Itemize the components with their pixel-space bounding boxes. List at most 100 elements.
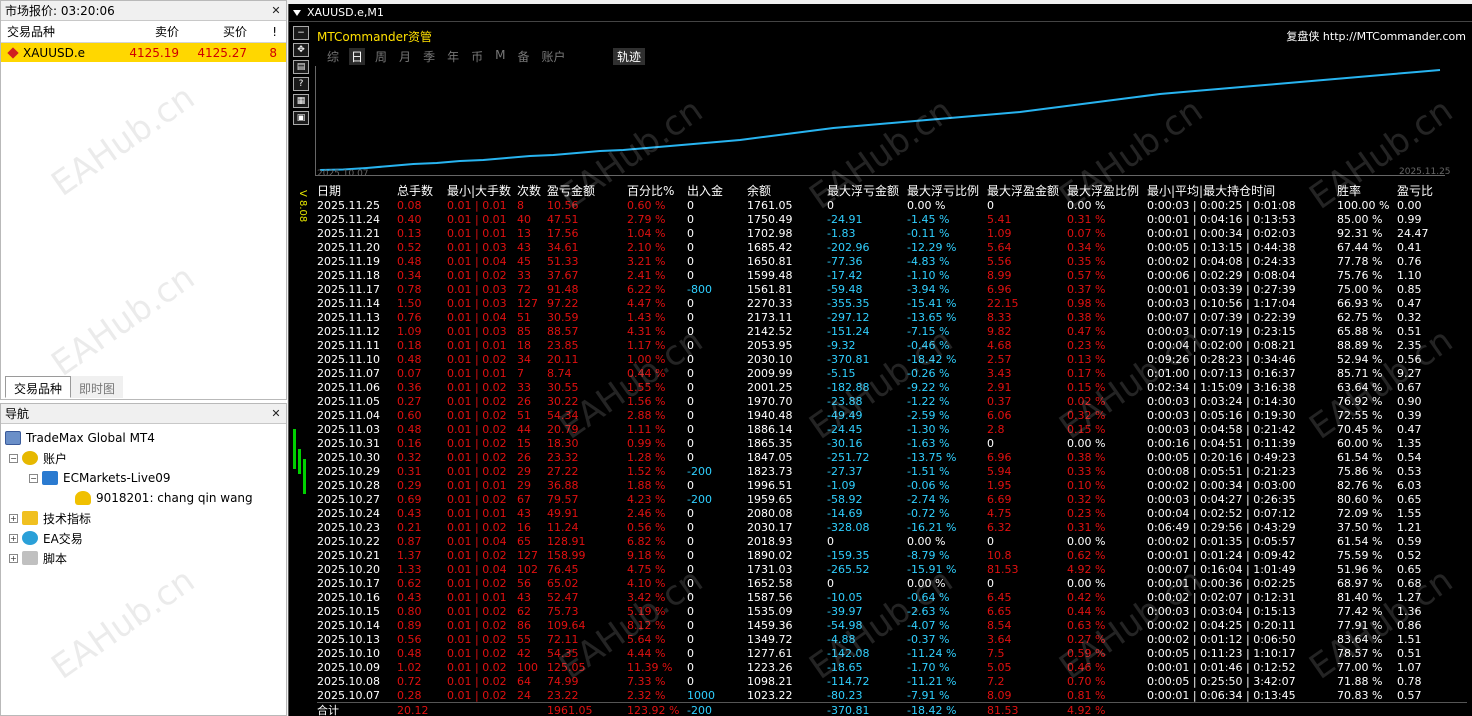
period-tab[interactable]: 季 bbox=[421, 48, 437, 65]
table-row[interactable]: 2025.10.20 1.33 0.01 | 0.04 102 76.45 4.75 % 0… bbox=[317, 562, 1467, 576]
table-row[interactable]: 2025.11.11 0.18 0.01 | 0.01 18 23.85 1.17 % 0 2… bbox=[317, 338, 1467, 352]
close-icon[interactable]: ✕ bbox=[270, 4, 282, 17]
brand-right-url[interactable]: http://MTCommander.com bbox=[1323, 30, 1466, 43]
table-row[interactable]: 2025.10.22 0.87 0.01 | 0.04 65 128.91 6.82 % 0… bbox=[317, 534, 1467, 548]
table-row[interactable]: 2025.10.30 0.32 0.01 | 0.02 26 23.32 1.28 % 0 1… bbox=[317, 450, 1467, 464]
accounts-icon bbox=[22, 451, 38, 465]
table-row[interactable]: 2025.10.28 0.29 0.01 | 0.01 29 36.88 1.88 % 0 1… bbox=[317, 478, 1467, 492]
table-row[interactable]: 2025.10.24 0.43 0.01 | 0.01 43 49.91 2.46 % 0 2… bbox=[317, 506, 1467, 520]
table-row[interactable]: 2025.11.12 1.09 0.01 | 0.03 85 88.57 4.31 % 0 2… bbox=[317, 324, 1467, 338]
tree-accounts[interactable]: − 账户 bbox=[5, 448, 286, 468]
symbol-row[interactable]: XAUUSD.e 4125.19 4125.27 8 bbox=[1, 43, 286, 62]
expand-icon[interactable]: + bbox=[9, 533, 18, 543]
total-cell: -200 bbox=[687, 703, 712, 716]
expand-icon[interactable]: + bbox=[9, 553, 18, 563]
market-watch-title: 市场报价: 03:20:06 bbox=[5, 4, 115, 18]
column-ask[interactable]: 买价 bbox=[179, 23, 247, 40]
table-row[interactable]: 2025.10.27 0.69 0.01 | 0.02 67 79.57 4.23 % -2… bbox=[317, 492, 1467, 506]
layout-icon[interactable]: ▦ bbox=[293, 94, 309, 108]
table-row[interactable]: 2025.11.06 0.36 0.01 | 0.02 33 30.55 1.55 % 0 2… bbox=[317, 380, 1467, 394]
table-row[interactable]: 2025.10.10 0.48 0.01 | 0.02 42 54.35 4.44 % 0 1… bbox=[317, 646, 1467, 660]
table-cell: 0 bbox=[687, 268, 694, 282]
expand-icon[interactable]: + bbox=[9, 513, 18, 523]
period-tab[interactable]: 周 bbox=[373, 48, 389, 65]
table-cell: 2025.11.18 bbox=[317, 268, 380, 282]
table-row[interactable]: 2025.10.08 0.72 0.01 | 0.02 64 74.99 7.33 % 0 1… bbox=[317, 674, 1467, 688]
period-tab[interactable]: 币 bbox=[469, 48, 485, 65]
table-row[interactable]: 2025.11.20 0.52 0.01 | 0.03 43 34.61 2.10 % 0 1… bbox=[317, 240, 1467, 254]
tree-ea[interactable]: + EA交易 bbox=[5, 528, 286, 548]
terminal-icon bbox=[5, 431, 21, 445]
table-row[interactable]: 2025.10.16 0.43 0.01 | 0.01 43 52.47 3.42 % 0 1… bbox=[317, 590, 1467, 604]
table-row[interactable]: 2025.10.21 1.37 0.01 | 0.02 127 158.99 9.18 %… bbox=[317, 548, 1467, 562]
table-cell: 75.00 % bbox=[1337, 282, 1383, 296]
period-tab[interactable]: 账户 bbox=[539, 48, 567, 65]
tree-server[interactable]: − ECMarkets-Live09 bbox=[5, 468, 286, 488]
table-row[interactable]: 2025.10.29 0.31 0.01 | 0.02 29 27.22 1.52 % -2… bbox=[317, 464, 1467, 478]
tab-symbols[interactable]: 交易品种 bbox=[5, 376, 72, 398]
table-row[interactable]: 2025.11.21 0.13 0.01 | 0.01 13 17.56 1.04 % 0 1… bbox=[317, 226, 1467, 240]
table-row[interactable]: 2025.10.31 0.16 0.01 | 0.02 15 18.30 0.99 % 0 1… bbox=[317, 436, 1467, 450]
track-button[interactable]: 轨迹 bbox=[613, 48, 646, 65]
table-cell: 65.02 bbox=[547, 576, 579, 590]
collapse-icon[interactable]: − bbox=[9, 453, 18, 463]
brand-right[interactable]: 复盘侠 http://MTCommander.com bbox=[1286, 28, 1466, 44]
table-cell: -14.69 bbox=[827, 506, 863, 520]
table-cell: 0:00:06 | 0:02:29 | 0:08:04 bbox=[1147, 268, 1296, 282]
table-row[interactable]: 2025.11.10 0.48 0.01 | 0.02 34 20.11 1.00 % 0 2… bbox=[317, 352, 1467, 366]
window-icon[interactable]: ▣ bbox=[293, 111, 309, 125]
minimize-icon[interactable]: − bbox=[293, 26, 309, 40]
panel-icon[interactable]: ▤ bbox=[293, 60, 309, 74]
table-row[interactable]: 2025.11.07 0.07 0.01 | 0.01 7 8.74 0.44 % 0 200… bbox=[317, 366, 1467, 380]
table-row[interactable]: 2025.10.07 0.28 0.01 | 0.02 24 23.22 2.32 % 10… bbox=[317, 688, 1467, 702]
tree-indicators[interactable]: + 技术指标 bbox=[5, 508, 286, 528]
help-icon[interactable]: ? bbox=[293, 77, 309, 91]
table-row[interactable]: 2025.10.14 0.89 0.01 | 0.02 86 109.64 8.12 % 0… bbox=[317, 618, 1467, 632]
table-row[interactable]: 2025.11.04 0.60 0.01 | 0.02 51 54.34 2.88 % 0 1… bbox=[317, 408, 1467, 422]
table-row[interactable]: 2025.11.14 1.50 0.01 | 0.03 127 97.22 4.47 % 0… bbox=[317, 296, 1467, 310]
table-row[interactable]: 2025.10.15 0.80 0.01 | 0.02 62 75.73 5.19 % 0 1… bbox=[317, 604, 1467, 618]
period-tab[interactable]: 年 bbox=[445, 48, 461, 65]
table-cell: 0:00:05 | 0:11:23 | 1:10:17 bbox=[1147, 646, 1296, 660]
column-spread[interactable]: ! bbox=[247, 25, 283, 39]
table-cell: 5.64 % bbox=[627, 632, 666, 646]
table-row[interactable]: 2025.10.17 0.62 0.01 | 0.02 56 65.02 4.10 % 0 1… bbox=[317, 576, 1467, 590]
table-cell: 85.71 % bbox=[1337, 366, 1383, 380]
period-tab[interactable]: M bbox=[493, 48, 507, 65]
table-row[interactable]: 2025.10.13 0.56 0.01 | 0.02 55 72.11 5.64 % 0 1… bbox=[317, 632, 1467, 646]
tree-scripts[interactable]: + 脚本 bbox=[5, 548, 286, 568]
table-cell: 0 bbox=[687, 506, 694, 520]
table-cell: 79.57 bbox=[547, 492, 579, 506]
table-row[interactable]: 2025.10.09 1.02 0.01 | 0.02 100 125.05 11.39 … bbox=[317, 660, 1467, 674]
table-cell: 0.32 % bbox=[1067, 492, 1106, 506]
column-bid[interactable]: 卖价 bbox=[111, 23, 179, 40]
period-tab[interactable]: 备 bbox=[515, 48, 531, 65]
table-cell: 1996.51 bbox=[747, 478, 793, 492]
table-row[interactable]: 2025.11.05 0.27 0.01 | 0.02 26 30.22 1.56 % 0 1… bbox=[317, 394, 1467, 408]
dropdown-icon[interactable] bbox=[293, 9, 301, 16]
table-cell: 2025.10.07 bbox=[317, 688, 380, 702]
table-cell: 0.27 bbox=[397, 394, 422, 408]
table-row[interactable]: 2025.11.19 0.48 0.01 | 0.04 45 51.33 3.21 % 0 1… bbox=[317, 254, 1467, 268]
chart-window[interactable]: XAUUSD.e,M1 − ✥ ▤ ? ▦ ▣ V 8.08 MTCommand… bbox=[288, 4, 1472, 716]
tree-terminal[interactable]: TradeMax Global MT4 bbox=[5, 428, 286, 448]
table-cell: 0 bbox=[687, 422, 694, 436]
period-tab[interactable]: 综 bbox=[325, 48, 341, 65]
table-cell: 0.67 bbox=[1397, 380, 1422, 394]
tab-tick-chart[interactable]: 即时图 bbox=[71, 376, 124, 398]
table-row[interactable]: 2025.11.18 0.34 0.01 | 0.02 33 37.67 2.41 % 0 1… bbox=[317, 268, 1467, 282]
period-tab[interactable]: 日 bbox=[349, 48, 366, 65]
collapse-icon[interactable]: − bbox=[29, 473, 38, 483]
table-row[interactable]: 2025.11.17 0.78 0.01 | 0.03 72 91.48 6.22 % -8… bbox=[317, 282, 1467, 296]
table-row[interactable]: 2025.11.03 0.48 0.01 | 0.02 44 20.79 1.11 % 0 1… bbox=[317, 422, 1467, 436]
tree-user[interactable]: 9018201: chang qin wang bbox=[5, 488, 286, 508]
table-row[interactable]: 2025.11.13 0.76 0.01 | 0.04 51 30.59 1.43 % 0 2… bbox=[317, 310, 1467, 324]
move-icon[interactable]: ✥ bbox=[293, 43, 309, 57]
table-row[interactable]: 2025.11.25 0.08 0.01 | 0.01 8 10.56 0.60 % 0 17… bbox=[317, 198, 1467, 212]
table-cell: 67 bbox=[517, 492, 531, 506]
column-symbol[interactable]: 交易品种 bbox=[1, 23, 111, 40]
period-tab[interactable]: 月 bbox=[397, 48, 413, 65]
table-row[interactable]: 2025.10.23 0.21 0.01 | 0.02 16 11.24 0.56 % 0 2… bbox=[317, 520, 1467, 534]
table-row[interactable]: 2025.11.24 0.40 0.01 | 0.01 40 47.51 2.79 % 0 1… bbox=[317, 212, 1467, 226]
close-icon[interactable]: ✕ bbox=[270, 407, 282, 420]
